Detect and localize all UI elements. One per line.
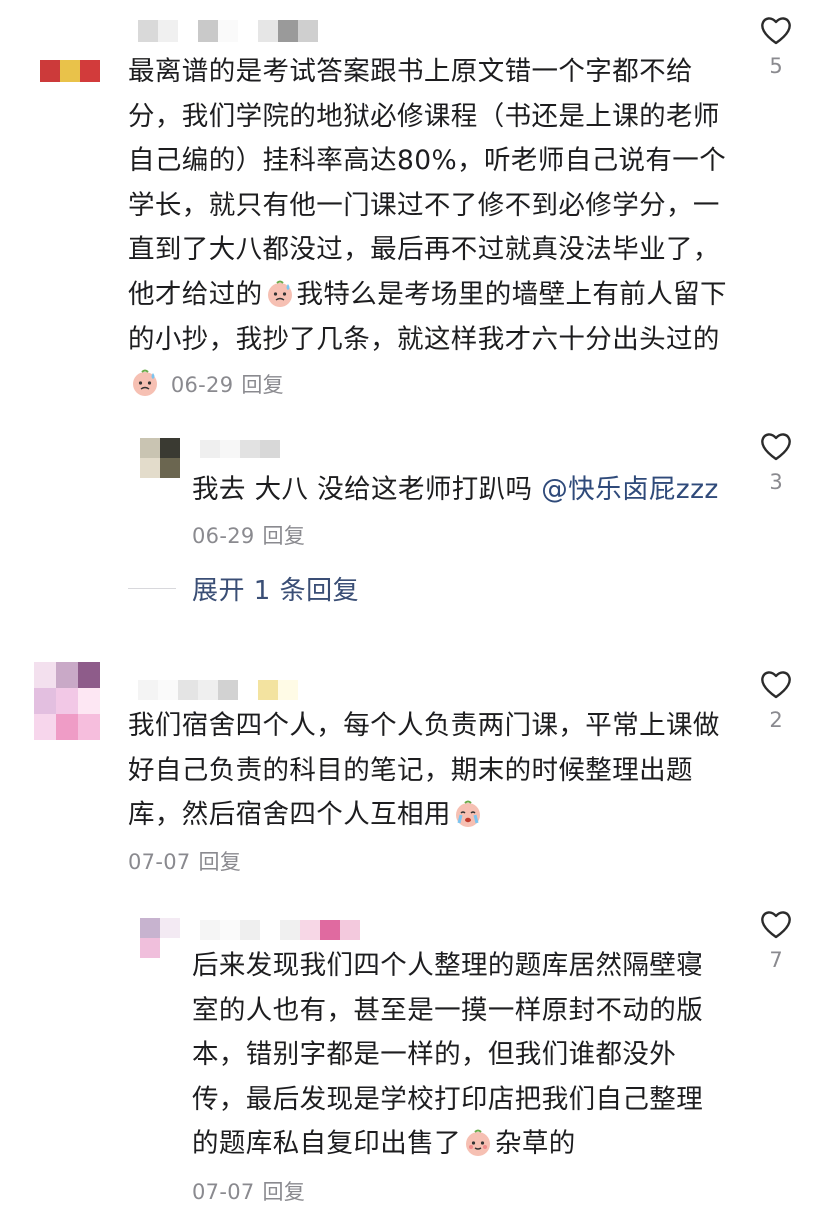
- reply-button[interactable]: 回复: [241, 373, 284, 397]
- username-redacted[interactable]: [138, 20, 318, 42]
- reply-button[interactable]: 回复: [263, 1180, 306, 1204]
- reply-avatar[interactable]: [140, 438, 180, 478]
- avatar[interactable]: [40, 60, 100, 82]
- reply-date: 06-29: [192, 523, 255, 548]
- reply-avatar[interactable]: [140, 918, 180, 958]
- blush-emoji-icon: [463, 1128, 493, 1158]
- heart-outline-icon: [761, 17, 791, 45]
- like-button[interactable]: 3: [748, 430, 804, 494]
- username-redacted[interactable]: [138, 680, 298, 700]
- comment-meta: 06-29 回复: [171, 373, 284, 397]
- reply-text: 我去 大八 没给这老师打趴吗 @快乐卤屁zzz 06-29 回复: [192, 474, 719, 548]
- like-button[interactable]: 7: [748, 908, 804, 972]
- sweat-emoji-icon: [130, 368, 160, 398]
- like-button[interactable]: 5: [748, 14, 804, 78]
- comment-date: 06-29: [170, 373, 234, 398]
- reply-text: 后来发现我们四个人整理的题库居然隔壁寝室的人也有，甚至是一摸一样原封不动的版本，…: [192, 950, 704, 1160]
- like-count: 2: [769, 708, 783, 732]
- like-button[interactable]: 2: [748, 668, 804, 732]
- reply-username-redacted[interactable]: [200, 920, 360, 940]
- like-count: 7: [769, 948, 783, 972]
- comment-meta: 07-07 回复: [128, 846, 241, 876]
- reply-button[interactable]: 回复: [263, 524, 306, 548]
- heart-outline-icon: [761, 433, 791, 461]
- reply-meta: 06-29 回复: [192, 524, 305, 548]
- reply-meta: 07-07 回复: [192, 1176, 305, 1206]
- like-count: 3: [769, 470, 783, 494]
- expand-divider: [128, 588, 176, 589]
- crying-emoji-icon: [453, 799, 483, 829]
- comment-text: 最离谱的是考试答案跟书上原文错一个字都不给分，我们学院的地狱必修课程（书还是上课…: [128, 56, 727, 398]
- sweat-emoji-icon: [265, 279, 295, 309]
- comment-date: 07-07: [128, 850, 191, 874]
- avatar[interactable]: [34, 662, 100, 740]
- expand-replies-button[interactable]: 展开 1 条回复: [192, 570, 359, 607]
- heart-outline-icon: [761, 911, 791, 939]
- like-count: 5: [769, 54, 783, 78]
- comment-text: 我们宿舍四个人，每个人负责两门课，平常上课做好自己负责的科目的笔记，期末的时候整…: [128, 710, 720, 831]
- mention-link[interactable]: @快乐卤屁zzz: [541, 474, 718, 505]
- reply-button[interactable]: 回复: [199, 850, 242, 874]
- heart-outline-icon: [761, 671, 791, 699]
- reply-date: 07-07: [192, 1180, 255, 1204]
- reply-username-redacted[interactable]: [200, 440, 280, 458]
